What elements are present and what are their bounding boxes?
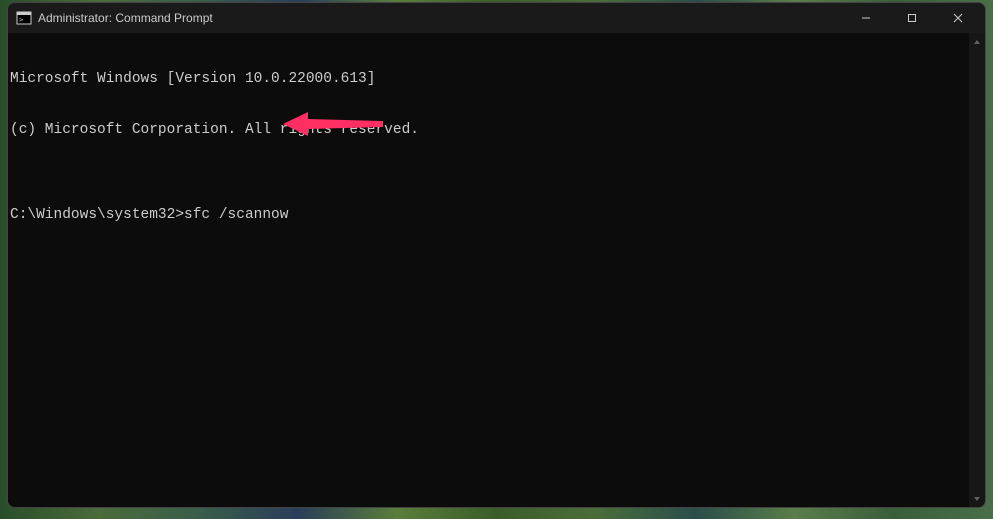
cmd-icon: >_ xyxy=(16,10,32,26)
scroll-up-icon[interactable] xyxy=(969,33,985,50)
prompt-path: C:\Windows\system32> xyxy=(10,207,184,224)
window-title: Administrator: Command Prompt xyxy=(38,11,843,25)
terminal-body[interactable]: Microsoft Windows [Version 10.0.22000.61… xyxy=(8,33,985,507)
titlebar[interactable]: >_ Administrator: Command Prompt xyxy=(8,3,985,33)
copyright-line: (c) Microsoft Corporation. All rights re… xyxy=(10,122,985,139)
svg-text:>_: >_ xyxy=(19,16,28,24)
vertical-scrollbar[interactable] xyxy=(969,33,985,507)
command-input[interactable]: sfc /scannow xyxy=(184,207,288,224)
maximize-button[interactable] xyxy=(889,3,935,33)
terminal-output: Microsoft Windows [Version 10.0.22000.61… xyxy=(8,37,985,258)
minimize-button[interactable] xyxy=(843,3,889,33)
scroll-down-icon[interactable] xyxy=(969,490,985,507)
window-controls xyxy=(843,3,981,33)
version-line: Microsoft Windows [Version 10.0.22000.61… xyxy=(10,71,985,88)
command-prompt-window: >_ Administrator: Command Prompt Microso… xyxy=(7,2,986,508)
prompt-line: C:\Windows\system32>sfc /scannow xyxy=(10,207,985,224)
close-button[interactable] xyxy=(935,3,981,33)
